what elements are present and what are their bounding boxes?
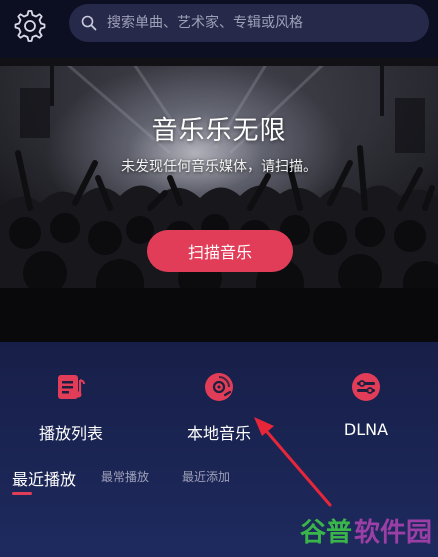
settings-button[interactable] (10, 6, 50, 46)
local-music-label: 本地音乐 (186, 424, 251, 443)
dlna-button[interactable]: DLNA (306, 362, 426, 452)
site-watermark: 谷普 软件园 (296, 508, 436, 552)
watermark-logo: 谷普 软件园 (300, 517, 432, 548)
svg-text:软件园: 软件园 (354, 518, 432, 548)
search-input[interactable] (105, 4, 429, 42)
concert-crowd-image (0, 58, 438, 342)
playlist-label: 播放列表 (38, 424, 103, 443)
gear-icon (14, 10, 46, 42)
search-bar[interactable] (69, 4, 429, 42)
local-music-button[interactable]: 本地音乐 (159, 362, 279, 452)
top-bar (0, 0, 438, 58)
tab-most-played[interactable]: 最常播放 (101, 468, 149, 485)
search-icon (79, 13, 99, 33)
disc-icon (205, 373, 233, 401)
playlist-button[interactable]: 播放列表 (11, 362, 131, 452)
app-screen: 音乐乐无限 未发现任何音乐媒体，请扫描。 扫描音乐 播放列表 (0, 0, 438, 557)
scan-music-button[interactable]: 扫描音乐 (147, 230, 293, 272)
tab-recently-added[interactable]: 最近添加 (182, 468, 230, 485)
quick-actions: 播放列表 本地音乐 DLNA (0, 362, 438, 452)
hero-subtitle: 未发现任何音乐媒体，请扫描。 (121, 159, 317, 175)
hero-title: 音乐乐无限 (151, 116, 287, 146)
dlna-icon (352, 373, 380, 401)
history-tabs: 最近播放 最常播放 最近添加 (0, 462, 438, 502)
active-tab-indicator (12, 492, 32, 495)
dlna-label: DLNA (343, 420, 389, 439)
playlist-icon (58, 375, 85, 399)
svg-text:谷普: 谷普 (300, 517, 352, 548)
hero-banner: 音乐乐无限 未发现任何音乐媒体，请扫描。 扫描音乐 (0, 58, 438, 342)
tab-recently-played[interactable]: 最近播放 (12, 466, 76, 490)
